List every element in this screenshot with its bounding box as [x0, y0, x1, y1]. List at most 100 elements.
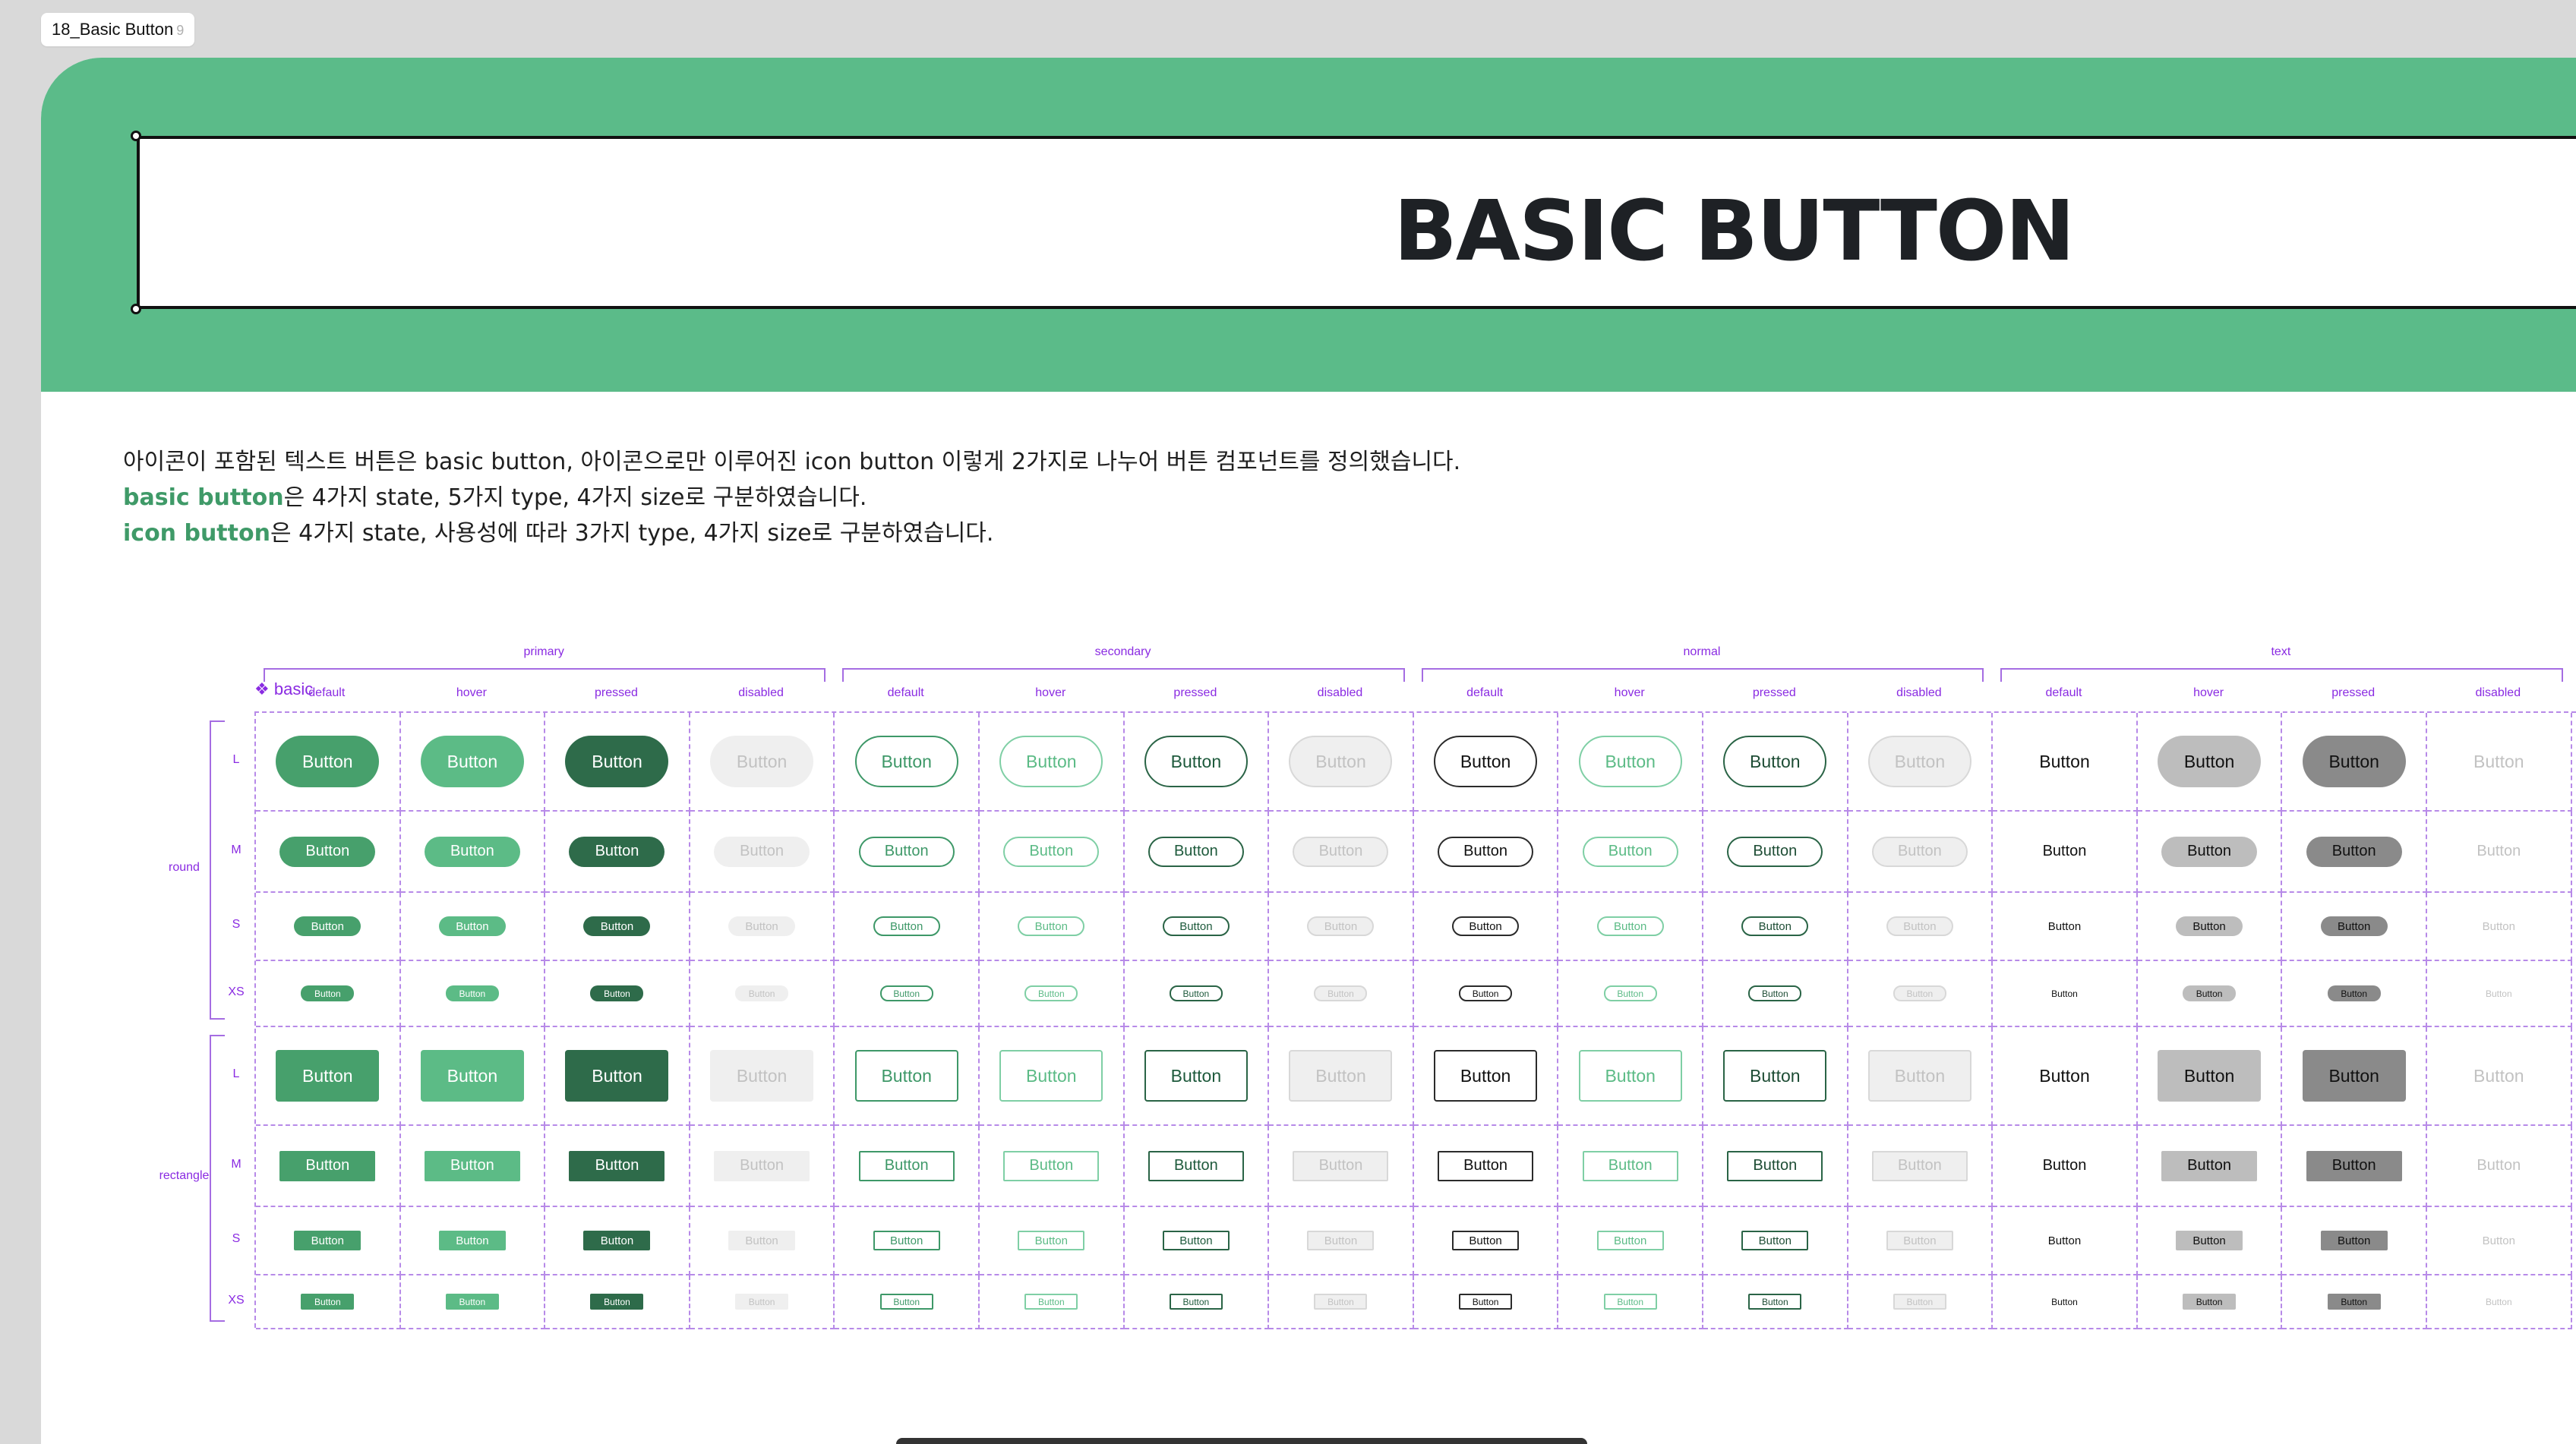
text-hover-rect-S-button[interactable]: Button — [2176, 1231, 2243, 1250]
text-default-rect-XS-button[interactable]: Button — [2038, 1294, 2091, 1310]
primary-pressed-round-XS-button[interactable]: Button — [590, 985, 644, 1001]
primary-disabled-rect-L-button[interactable]: Button — [710, 1050, 814, 1102]
normal-pressed-round-L-button[interactable]: Button — [1723, 736, 1827, 787]
secondary-disabled-rect-XS-button[interactable]: Button — [1314, 1294, 1368, 1310]
normal-pressed-rect-S-button[interactable]: Button — [1741, 1231, 1809, 1250]
secondary-hover-round-S-button[interactable]: Button — [1018, 916, 1085, 936]
normal-default-rect-XS-button[interactable]: Button — [1459, 1294, 1513, 1310]
normal-disabled-round-S-button[interactable]: Button — [1886, 916, 1953, 936]
primary-default-round-L-button[interactable]: Button — [276, 736, 380, 787]
normal-default-round-M-button[interactable]: Button — [1438, 836, 1534, 867]
primary-default-round-XS-button[interactable]: Button — [301, 985, 355, 1001]
primary-pressed-rect-M-button[interactable]: Button — [569, 1150, 665, 1181]
primary-disabled-rect-M-button[interactable]: Button — [714, 1150, 810, 1181]
normal-hover-round-L-button[interactable]: Button — [1578, 736, 1682, 787]
text-hover-round-XS-button[interactable]: Button — [2183, 985, 2237, 1001]
secondary-hover-round-XS-button[interactable]: Button — [1024, 985, 1078, 1001]
primary-pressed-rect-L-button[interactable]: Button — [565, 1050, 669, 1102]
normal-pressed-rect-L-button[interactable]: Button — [1723, 1050, 1827, 1102]
text-default-round-XS-button[interactable]: Button — [2038, 985, 2091, 1001]
normal-default-round-XS-button[interactable]: Button — [1459, 985, 1513, 1001]
primary-hover-round-M-button[interactable]: Button — [424, 836, 520, 867]
secondary-pressed-rect-L-button[interactable]: Button — [1144, 1050, 1248, 1102]
normal-hover-rect-S-button[interactable]: Button — [1596, 1231, 1664, 1250]
normal-hover-round-M-button[interactable]: Button — [1582, 836, 1678, 867]
secondary-disabled-round-L-button[interactable]: Button — [1289, 736, 1393, 787]
text-pressed-rect-S-button[interactable]: Button — [2320, 1231, 2388, 1250]
secondary-default-rect-L-button[interactable]: Button — [854, 1050, 958, 1102]
normal-default-rect-L-button[interactable]: Button — [1434, 1050, 1538, 1102]
secondary-default-rect-XS-button[interactable]: Button — [879, 1294, 933, 1310]
text-hover-round-S-button[interactable]: Button — [2176, 916, 2243, 936]
normal-default-rect-M-button[interactable]: Button — [1438, 1150, 1534, 1181]
primary-pressed-round-S-button[interactable]: Button — [583, 916, 651, 936]
text-disabled-round-L-button[interactable]: Button — [2447, 736, 2550, 787]
secondary-pressed-rect-M-button[interactable]: Button — [1148, 1150, 1244, 1181]
primary-pressed-rect-XS-button[interactable]: Button — [590, 1294, 644, 1310]
secondary-pressed-rect-XS-button[interactable]: Button — [1169, 1294, 1223, 1310]
text-disabled-rect-L-button[interactable]: Button — [2447, 1050, 2550, 1102]
text-disabled-round-M-button[interactable]: Button — [2451, 837, 2546, 867]
primary-hover-rect-L-button[interactable]: Button — [420, 1050, 524, 1102]
secondary-default-round-S-button[interactable]: Button — [873, 916, 940, 936]
resize-handle-top-left[interactable] — [131, 131, 141, 141]
text-default-round-M-button[interactable]: Button — [2016, 837, 2112, 867]
normal-default-round-S-button[interactable]: Button — [1452, 916, 1520, 936]
text-disabled-rect-M-button[interactable]: Button — [2451, 1151, 2546, 1181]
primary-disabled-round-L-button[interactable]: Button — [710, 736, 814, 787]
primary-disabled-round-S-button[interactable]: Button — [728, 916, 796, 936]
secondary-disabled-round-M-button[interactable]: Button — [1293, 836, 1389, 867]
secondary-pressed-rect-S-button[interactable]: Button — [1162, 1231, 1230, 1250]
normal-default-rect-S-button[interactable]: Button — [1452, 1231, 1520, 1250]
secondary-disabled-round-S-button[interactable]: Button — [1307, 916, 1375, 936]
component-tag[interactable]: ❖ basic — [254, 679, 313, 699]
text-default-rect-M-button[interactable]: Button — [2016, 1151, 2112, 1181]
text-disabled-round-S-button[interactable]: Button — [2465, 916, 2532, 936]
title-box[interactable] — [137, 136, 2576, 309]
text-default-round-L-button[interactable]: Button — [2012, 736, 2116, 787]
secondary-disabled-round-XS-button[interactable]: Button — [1314, 985, 1368, 1001]
text-pressed-round-M-button[interactable]: Button — [2306, 836, 2402, 867]
primary-pressed-rect-S-button[interactable]: Button — [583, 1231, 651, 1250]
normal-disabled-rect-XS-button[interactable]: Button — [1893, 1294, 1946, 1310]
normal-disabled-rect-S-button[interactable]: Button — [1886, 1231, 1953, 1250]
secondary-pressed-round-L-button[interactable]: Button — [1144, 736, 1248, 787]
normal-disabled-rect-L-button[interactable]: Button — [1867, 1050, 1971, 1102]
secondary-default-rect-M-button[interactable]: Button — [858, 1150, 955, 1181]
primary-default-rect-M-button[interactable]: Button — [279, 1150, 376, 1181]
secondary-pressed-round-S-button[interactable]: Button — [1162, 916, 1230, 936]
primary-default-rect-S-button[interactable]: Button — [294, 1231, 361, 1250]
normal-disabled-round-XS-button[interactable]: Button — [1893, 985, 1946, 1001]
text-pressed-rect-M-button[interactable]: Button — [2306, 1150, 2402, 1181]
secondary-hover-round-L-button[interactable]: Button — [999, 736, 1103, 787]
primary-hover-round-L-button[interactable]: Button — [420, 736, 524, 787]
secondary-pressed-round-M-button[interactable]: Button — [1148, 836, 1244, 867]
text-pressed-round-S-button[interactable]: Button — [2320, 916, 2388, 936]
normal-pressed-round-M-button[interactable]: Button — [1727, 836, 1823, 867]
primary-default-round-S-button[interactable]: Button — [294, 916, 361, 936]
normal-default-round-L-button[interactable]: Button — [1434, 736, 1538, 787]
primary-disabled-round-M-button[interactable]: Button — [714, 836, 810, 867]
text-default-rect-L-button[interactable]: Button — [2012, 1050, 2116, 1102]
text-disabled-round-XS-button[interactable]: Button — [2472, 985, 2525, 1001]
secondary-hover-round-M-button[interactable]: Button — [1003, 836, 1100, 867]
primary-disabled-rect-XS-button[interactable]: Button — [735, 1294, 789, 1310]
primary-hover-rect-XS-button[interactable]: Button — [445, 1294, 499, 1310]
normal-hover-rect-XS-button[interactable]: Button — [1603, 1294, 1657, 1310]
normal-disabled-rect-M-button[interactable]: Button — [1871, 1150, 1968, 1181]
text-hover-rect-L-button[interactable]: Button — [2158, 1050, 2262, 1102]
primary-default-rect-L-button[interactable]: Button — [276, 1050, 380, 1102]
normal-pressed-round-S-button[interactable]: Button — [1741, 916, 1809, 936]
text-disabled-rect-S-button[interactable]: Button — [2465, 1231, 2532, 1250]
secondary-hover-rect-L-button[interactable]: Button — [999, 1050, 1103, 1102]
normal-disabled-round-L-button[interactable]: Button — [1867, 736, 1971, 787]
text-default-rect-S-button[interactable]: Button — [2031, 1231, 2098, 1250]
secondary-default-round-M-button[interactable]: Button — [858, 836, 955, 867]
normal-pressed-rect-XS-button[interactable]: Button — [1748, 1294, 1802, 1310]
primary-hover-round-XS-button[interactable]: Button — [445, 985, 499, 1001]
secondary-hover-rect-XS-button[interactable]: Button — [1024, 1294, 1078, 1310]
secondary-default-round-XS-button[interactable]: Button — [879, 985, 933, 1001]
text-hover-round-L-button[interactable]: Button — [2158, 736, 2262, 787]
primary-default-round-M-button[interactable]: Button — [279, 836, 376, 867]
normal-hover-round-XS-button[interactable]: Button — [1603, 985, 1657, 1001]
